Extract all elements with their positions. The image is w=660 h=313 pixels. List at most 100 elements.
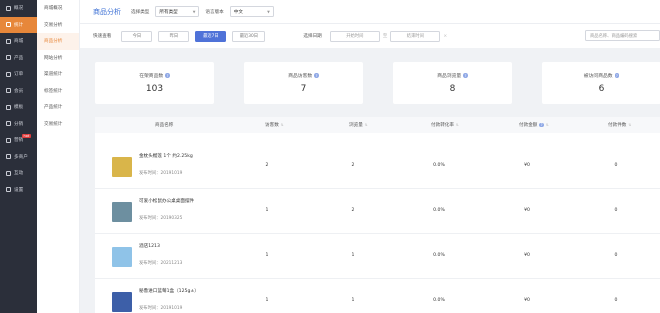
product-thumbnail — [112, 157, 132, 177]
column-visitors[interactable]: 访客数 ⇅ — [265, 122, 284, 128]
sort-icon[interactable]: ⇅ — [365, 123, 368, 127]
stat-value: 8 — [449, 84, 456, 94]
today-button[interactable]: 今日 — [121, 30, 153, 42]
table-header: 商品名称 访客数 ⇅ 浏览量 ⇅ 付款转化率 ⇅ 付款金额? ⇅ 付款件数 ⇅ — [95, 117, 660, 133]
chart-icon — [6, 22, 11, 28]
sort-icon[interactable]: ⇅ — [456, 123, 459, 127]
sidebar-item-merchants[interactable]: 多商户 — [0, 149, 37, 166]
views-cell: 1 — [351, 298, 355, 303]
subnav-tag-stats[interactable]: 标签统计 — [37, 83, 79, 100]
amount-cell: ¥0 — [524, 298, 530, 303]
stat-card-listed-products: 在架商品数? 103 — [95, 62, 214, 104]
share-icon — [6, 121, 11, 127]
product-thumbnail — [112, 247, 132, 267]
sidebar: 概况 统计 商城 产品 订单 会员 模板 分销 营销 hot 多商户 互动 设置 — [0, 0, 37, 313]
sidebar-item-products[interactable]: 产品 — [0, 50, 37, 67]
product-name[interactable]: 金枕头榴莲 1个 约2.25kg — [139, 153, 193, 159]
template-icon — [6, 104, 11, 110]
info-icon[interactable]: ? — [463, 73, 468, 78]
sort-icon[interactable]: ⇅ — [628, 123, 631, 127]
shop-icon — [6, 38, 11, 44]
sidebar-item-orders[interactable]: 订单 — [0, 66, 37, 83]
last-30-days-button[interactable]: 最近30日 — [232, 30, 266, 42]
amount-cell: ¥0 — [524, 163, 530, 168]
column-quantity[interactable]: 付款件数 ⇅ — [608, 122, 631, 128]
end-date-input[interactable]: 结束时间 — [390, 30, 441, 42]
product-table: 商品名称 访客数 ⇅ 浏览量 ⇅ 付款转化率 ⇅ 付款金额? ⇅ 付款件数 ⇅ 金枕头榴莲… — [95, 117, 660, 313]
user-icon — [6, 88, 11, 94]
page-title: 商品分析 — [93, 7, 121, 16]
language-label: 语言版本 — [205, 9, 224, 15]
product-name[interactable]: 酒店1213 — [139, 243, 160, 249]
subnav-trade-stats[interactable]: 交易统计 — [37, 116, 79, 133]
table-row: 可爱小松鼠办公桌桌面摆件 发布时间：20190325 1 2 0.0% ¥0 0 — [95, 189, 660, 234]
subnav-trade-analysis[interactable]: 交易分析 — [37, 17, 79, 34]
home-icon — [6, 5, 11, 11]
column-amount[interactable]: 付款金额? ⇅ — [519, 122, 549, 128]
stat-card-views: 商品浏览量? 8 — [393, 62, 512, 104]
info-icon[interactable]: ? — [165, 73, 170, 78]
sidebar-item-stats[interactable]: 统计 — [0, 16, 37, 33]
chevron-down-icon: ▼ — [267, 9, 270, 14]
sidebar-item-interaction[interactable]: 互动 — [0, 165, 37, 182]
hot-badge: hot — [22, 134, 31, 138]
product-name[interactable]: 可爱小松鼠办公桌桌面摆件 — [139, 198, 194, 204]
views-cell: 2 — [351, 163, 355, 168]
publish-time: 发布时间：20191019 — [139, 306, 183, 311]
language-select[interactable]: 中文 ▼ — [229, 6, 274, 17]
quantity-cell: 0 — [614, 253, 618, 258]
sidebar-item-templates[interactable]: 模板 — [0, 99, 37, 116]
amount-cell: ¥0 — [524, 253, 530, 258]
column-views[interactable]: 浏览量 ⇅ — [349, 122, 368, 128]
date-separator: 至 — [382, 34, 388, 39]
rate-cell: 0.0% — [433, 253, 445, 258]
last-7-days-button[interactable]: 最近7日 — [195, 30, 227, 42]
sidebar-item-mall[interactable]: 商城 — [0, 33, 37, 50]
views-cell: 2 — [351, 208, 355, 213]
product-thumbnail — [112, 202, 132, 222]
publish-time: 发布时间：20191019 — [139, 171, 183, 176]
clear-icon[interactable]: × — [443, 34, 447, 39]
visitors-cell: 1 — [265, 253, 269, 258]
subnav-product-analysis[interactable]: 商品分析 — [37, 33, 79, 50]
stat-card-visited-products: 被访问商品数? 6 — [542, 62, 660, 104]
filter-bar: 快速查看 今日 昨日 最近7日 最近30日 选择日期 开始时间 至 结束时间 ×… — [80, 24, 660, 48]
sort-icon[interactable]: ⇅ — [281, 123, 284, 127]
gear-icon — [6, 187, 11, 193]
sort-icon[interactable]: ⇅ — [546, 123, 549, 127]
rate-cell: 0.0% — [433, 163, 445, 168]
sidebar-item-overview[interactable]: 概况 — [0, 0, 37, 17]
quick-view-label: 快速查看 — [93, 34, 112, 39]
subnav-product-stats[interactable]: 产品统计 — [37, 99, 79, 116]
sidebar-item-settings[interactable]: 设置 — [0, 182, 37, 199]
info-icon[interactable]: ? — [539, 122, 544, 128]
start-date-input[interactable]: 开始时间 — [329, 30, 380, 42]
subnav-mall-overview[interactable]: 商城概况 — [37, 0, 79, 17]
rate-cell: 0.0% — [433, 208, 445, 213]
product-name[interactable]: 秘鲁进口蓝莓1盒（125g±） — [139, 288, 199, 294]
table-row: 酒店1213 发布时间：20211213 1 1 0.0% ¥0 0 — [95, 234, 660, 279]
type-select[interactable]: 所有类型 ▼ — [155, 6, 200, 17]
stat-value: 103 — [145, 84, 164, 94]
subnav-site-analysis[interactable]: 网站分析 — [37, 50, 79, 67]
sub-navigation: 商城概况 交易分析 商品分析 网站分析 渠道统计 标签统计 产品统计 交易统计 — [37, 0, 80, 313]
yesterday-button[interactable]: 昨日 — [158, 30, 190, 42]
type-label: 选择类型 — [131, 9, 150, 15]
sidebar-item-members[interactable]: 会员 — [0, 83, 37, 100]
sidebar-item-marketing[interactable]: 营销 hot — [0, 132, 37, 149]
rate-cell: 0.0% — [433, 298, 445, 303]
sidebar-item-distribution[interactable]: 分销 — [0, 116, 37, 133]
chevron-down-icon: ▼ — [192, 9, 196, 14]
box-icon — [6, 55, 11, 61]
publish-time: 发布时间：20190325 — [139, 216, 183, 221]
column-conversion-rate[interactable]: 付款转化率 ⇅ — [431, 122, 459, 128]
quantity-cell: 0 — [614, 163, 618, 168]
subnav-channel-stats[interactable]: 渠道统计 — [37, 66, 79, 83]
stat-value: 7 — [300, 84, 307, 94]
product-search-input[interactable]: 商品名称、商品编码搜索 — [585, 30, 660, 41]
info-icon[interactable]: ? — [314, 73, 319, 78]
order-icon — [6, 71, 11, 77]
info-icon[interactable]: ? — [614, 73, 620, 78]
main-content: 商品分析 选择类型 所有类型 ▼ 语言版本 中文 ▼ 快速查看 今日 昨日 最近7日… — [80, 0, 660, 313]
flag-icon — [6, 137, 11, 143]
